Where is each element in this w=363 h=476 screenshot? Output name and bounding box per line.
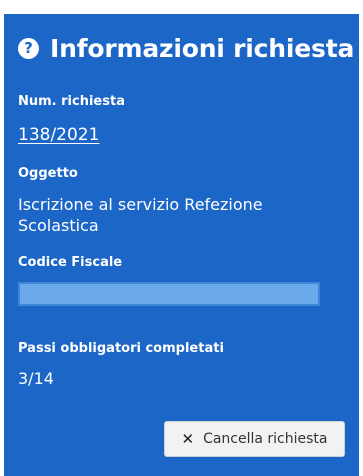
num-richiesta-label: Num. richiesta (18, 94, 125, 109)
codice-fiscale-label: Codice Fiscale (18, 255, 123, 270)
passi-obbligatori-value: 3/14 (18, 369, 54, 388)
codice-fiscale-redacted-field (18, 282, 320, 306)
cancel-request-label: Cancella richiesta (203, 431, 328, 447)
num-richiesta-value: 138/2021 (18, 125, 99, 145)
request-info-panel: ? Informazioni richiesta Num. richiesta … (4, 14, 359, 476)
help-icon: ? (18, 38, 39, 59)
panel-header: ? Informazioni richiesta (18, 34, 354, 63)
passi-obbligatori-label: Passi obbligatori completati (18, 341, 224, 356)
num-richiesta-link[interactable]: 138/2021 (18, 125, 99, 145)
close-icon: ✕ (181, 430, 195, 448)
panel-title: Informazioni richiesta (50, 34, 355, 63)
cancel-request-button[interactable]: ✕ Cancella richiesta (164, 421, 345, 457)
oggetto-value: Iscrizione al servizio Refezione Scolast… (18, 195, 263, 235)
oggetto-label: Oggetto (18, 166, 78, 181)
